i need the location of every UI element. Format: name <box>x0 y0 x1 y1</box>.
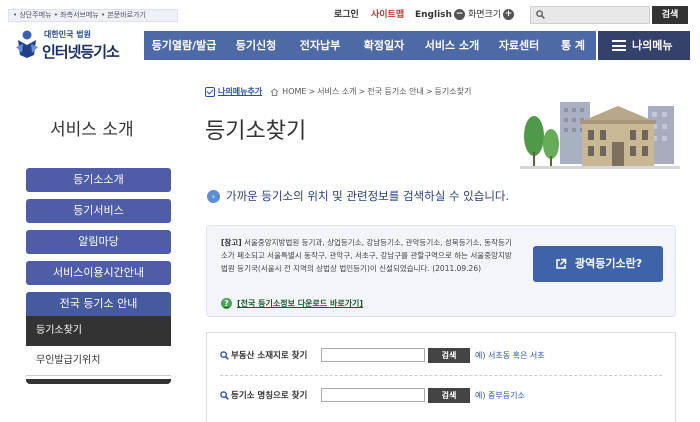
sidebar-item-registry-guide[interactable]: 전국 등기소 안내 <box>26 292 171 316</box>
intro-text-row: › 가까운 등기소의 위치 및 관련정보를 검색하실 수 있습니다. <box>207 188 509 204</box>
skip-links[interactable]: • 상단주메뉴 • 좌측서브메뉴 • 본문바로가기 <box>8 9 178 22</box>
sidebar-item-service-hours[interactable]: 서비스이용시간안내 <box>26 261 171 285</box>
wide-registry-button[interactable]: 광역등기소란? <box>533 246 663 282</box>
nav-item-apply[interactable]: 등기신청 <box>224 31 288 60</box>
nav-item-view-issue[interactable]: 등기열람/발급 <box>144 31 224 60</box>
english-link[interactable]: English <box>415 8 452 22</box>
hamburger-icon <box>612 40 626 51</box>
download-link[interactable]: ? [전국 등기소정보 다운로드 바로가기] <box>221 298 363 309</box>
search-divider <box>220 375 662 376</box>
sidebar-bottom-bar <box>26 379 171 384</box>
checkbox-icon <box>205 86 215 97</box>
notice-body: 서울중앙지방법원 등기과, 상업등기소, 강남등기소, 관악등기소, 성북등기소… <box>221 238 512 273</box>
breadcrumb-service-intro[interactable]: 서비스 소개 <box>317 86 356 97</box>
login-link[interactable]: 로그인 <box>334 8 359 22</box>
breadcrumb-current: 등기소찾기 <box>434 87 472 96</box>
notice-text: [참고] 서울중앙지방법원 등기과, 상업등기소, 강남등기소, 관악등기소, … <box>221 236 517 275</box>
chevron-right-icon: › <box>207 189 220 203</box>
wide-registry-label: 광역등기소란? <box>575 257 643 270</box>
download-link-label: [전국 등기소정보 다운로드 바로가기] <box>237 299 364 308</box>
location-search-input[interactable] <box>321 348 425 362</box>
location-search-label: 부동산 소재지로 찾기 <box>231 351 308 361</box>
name-search-input[interactable] <box>321 388 425 402</box>
add-my-menu-link[interactable]: 나의메뉴추가 <box>205 86 262 97</box>
notice-label: [참고] <box>221 238 242 247</box>
name-search-button[interactable]: 검색 <box>428 387 470 403</box>
search-icon <box>220 390 229 400</box>
nav-item-statistics[interactable]: 통 계 <box>550 31 596 60</box>
breadcrumb-registry-guide[interactable]: 전국 등기소 안내 <box>367 86 424 97</box>
search-row-name: 등기소 명칭으로 찾기 검색 예) 중부등기소 <box>220 387 525 403</box>
search-icon <box>536 10 545 19</box>
nav-item-fixed-date[interactable]: 확정일자 <box>352 31 416 60</box>
search-icon <box>220 350 229 360</box>
nav-item-payment[interactable]: 전자납부 <box>288 31 352 60</box>
page-title: 등기소찾기 <box>205 119 307 144</box>
sidebar-item-notice-board[interactable]: 알림마당 <box>26 230 171 254</box>
add-my-menu-label: 나의메뉴추가 <box>218 87 263 96</box>
sitemap-link[interactable]: 사이트맵 <box>371 8 404 22</box>
search-section: 부동산 소재지로 찾기 검색 예) 서초동 혹은 서초 등기소 명칭으로 찾기 … <box>206 332 676 422</box>
question-icon: ? <box>221 298 232 309</box>
home-icon <box>270 87 279 96</box>
breadcrumb: 나의메뉴추가 HOME > 서비스 소개 > 전국 등기소 안내 > 등기소찾기 <box>205 86 471 97</box>
main-nav: 등기열람/발급 등기신청 전자납부 확정일자 서비스 소개 자료센터 통 계 <box>144 31 596 60</box>
logo-title: 인터넷등기소 <box>42 43 120 61</box>
top-search-box <box>530 6 650 28</box>
breadcrumb-home[interactable]: HOME <box>282 87 306 96</box>
search-row-location: 부동산 소재지로 찾기 검색 예) 서초동 혹은 서초 <box>220 347 545 363</box>
location-search-button[interactable]: 검색 <box>428 347 470 363</box>
court-emblem-icon <box>16 30 38 58</box>
sidebar-subitem-kiosk-location[interactable]: 무인발급기위치 <box>26 346 171 376</box>
name-search-example: 예) 중부등기소 <box>475 390 525 400</box>
name-search-label: 등기소 명칭으로 찾기 <box>231 391 308 401</box>
sidebar-item-registry-service[interactable]: 등기서비스 <box>26 199 171 223</box>
logo-subtitle: 대한민국 법원 <box>44 30 91 39</box>
logo[interactable]: 대한민국 법원 인터넷등기소 <box>14 27 139 63</box>
intro-text: 가까운 등기소의 위치 및 관련정보를 검색하실 수 있습니다. <box>226 189 510 203</box>
external-link-icon <box>556 258 567 269</box>
nav-item-service-intro[interactable]: 서비스 소개 <box>416 31 488 60</box>
nav-item-data-center[interactable]: 자료센터 <box>488 31 550 60</box>
sidebar-title: 서비스 소개 <box>50 120 134 140</box>
building-illustration-icon <box>520 102 680 169</box>
zoom-in-icon[interactable]: + <box>503 9 514 20</box>
top-search-input[interactable] <box>549 11 649 28</box>
sidebar-item-registry-intro[interactable]: 등기소소개 <box>26 168 171 192</box>
zoom-out-icon[interactable]: − <box>454 9 465 20</box>
sidebar-menu: 등기소소개 등기서비스 알림마당 서비스이용시간안내 전국 등기소 안내 등기소… <box>26 168 171 384</box>
notice-box: [참고] 서울중앙지방법원 등기과, 상업등기소, 강남등기소, 관악등기소, … <box>206 225 676 317</box>
my-menu-button[interactable]: 나의메뉴 <box>598 31 690 60</box>
location-search-example: 예) 서초동 혹은 서초 <box>475 350 545 360</box>
my-menu-label: 나의메뉴 <box>632 39 673 52</box>
sidebar-subitem-find-registry[interactable]: 등기소찾기 <box>26 316 171 346</box>
top-search-button[interactable]: 검색 <box>652 6 688 24</box>
screen-size-label: 화면크기 <box>468 10 502 20</box>
